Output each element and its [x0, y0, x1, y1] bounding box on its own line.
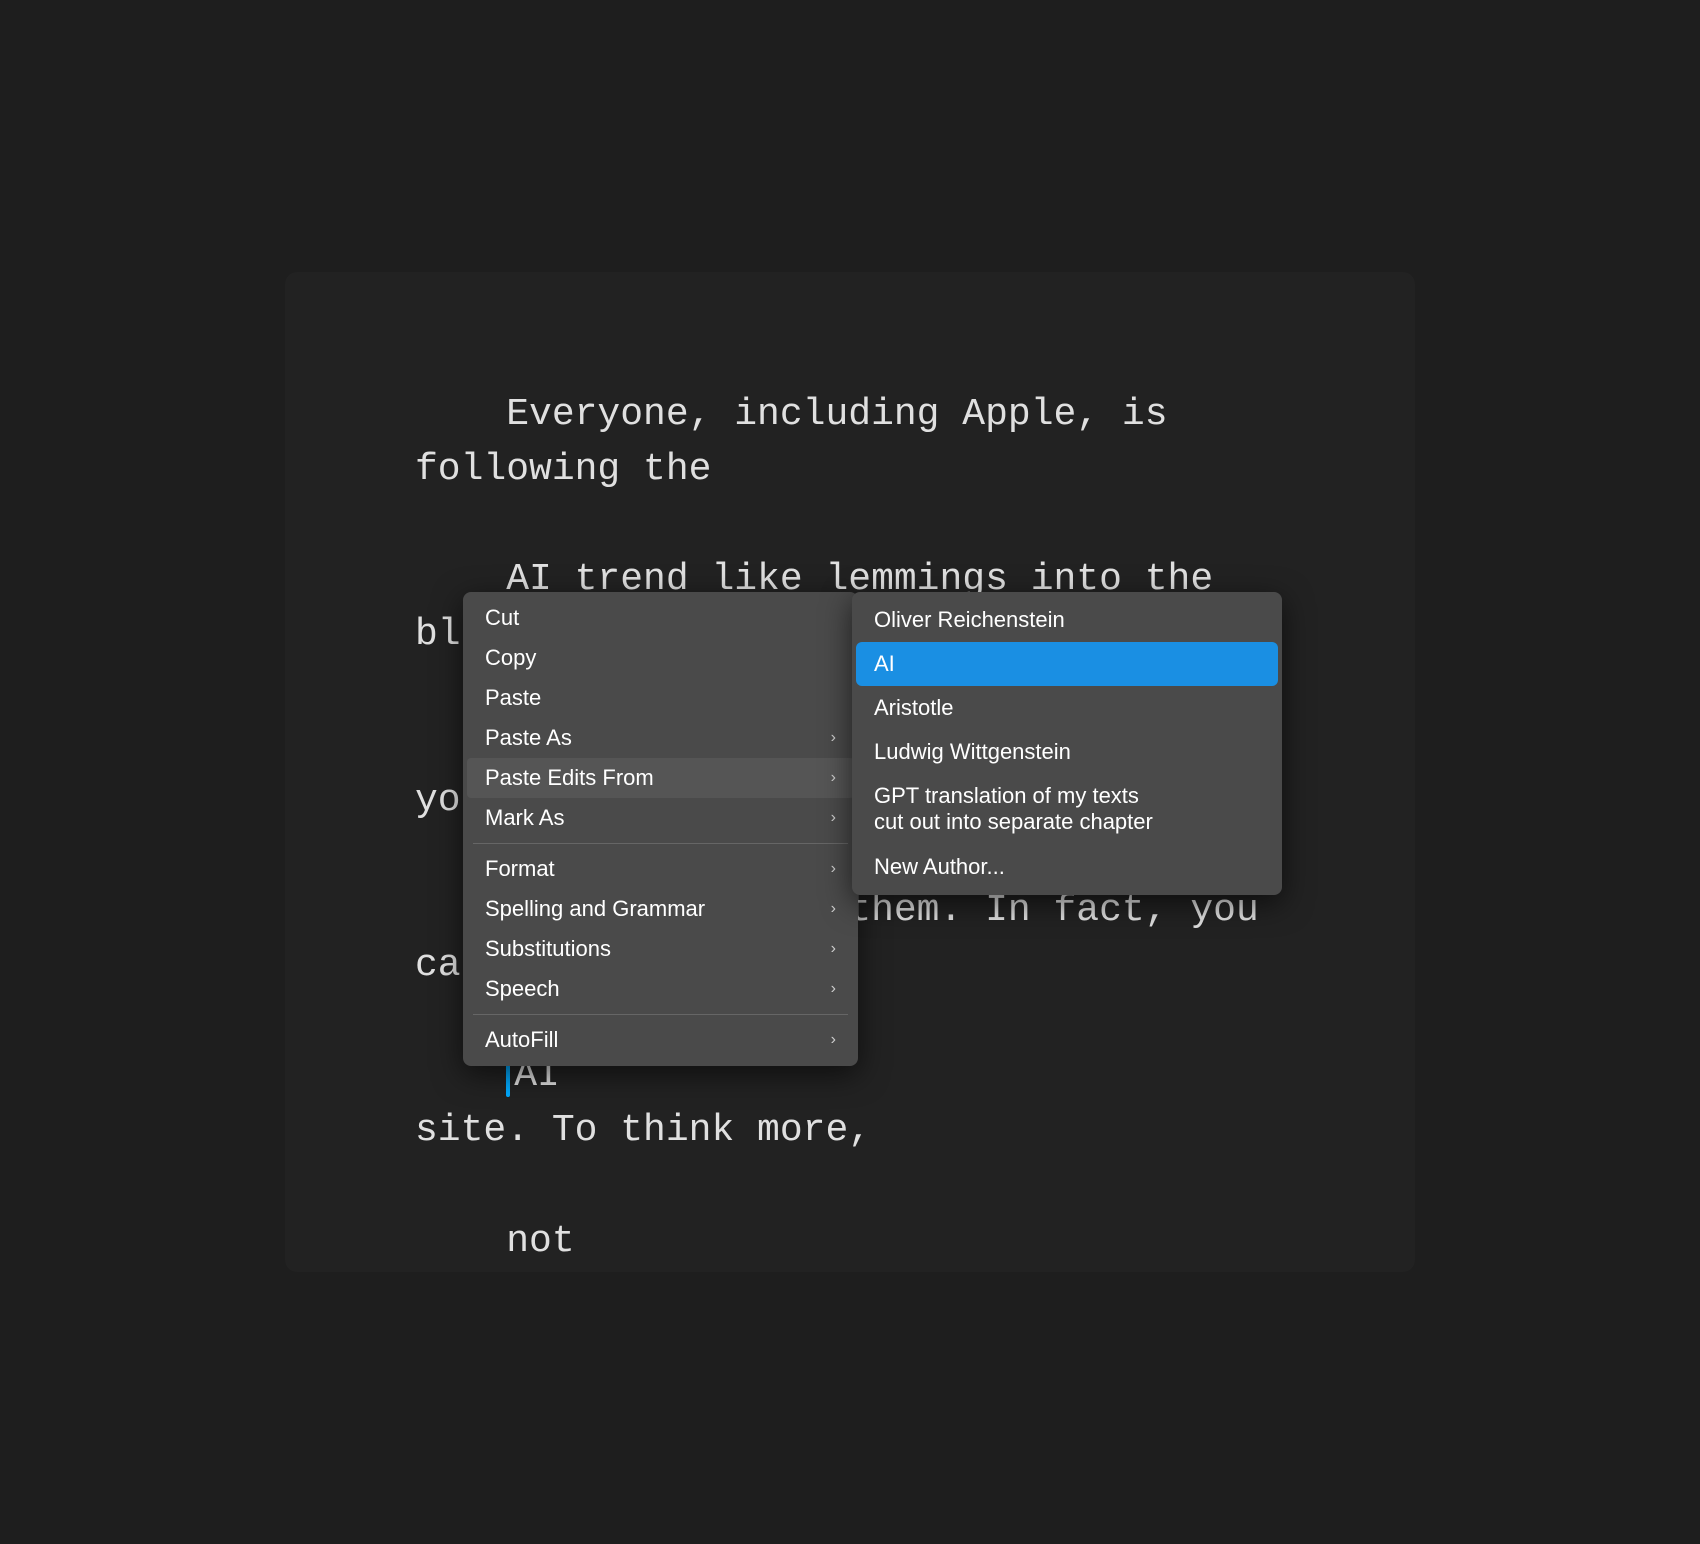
submenu-item-ai-label: AI: [874, 651, 895, 677]
submenu-item-aristotle[interactable]: Aristotle: [856, 686, 1278, 730]
chevron-right-icon: ›: [831, 729, 836, 747]
text-line-6: not: [506, 1220, 574, 1263]
submenu-item-new-author[interactable]: New Author...: [856, 845, 1278, 889]
menu-item-spelling-grammar[interactable]: Spelling and Grammar ›: [467, 889, 854, 929]
menu-item-cut[interactable]: Cut: [467, 598, 854, 638]
menu-item-paste-edits-from[interactable]: Paste Edits From ›: [467, 758, 854, 798]
menu-item-paste-label: Paste: [485, 685, 541, 711]
chevron-right-icon: ›: [831, 980, 836, 998]
menu-item-copy[interactable]: Copy: [467, 638, 854, 678]
menu-item-paste-edits-from-label: Paste Edits From: [485, 765, 654, 791]
menu-item-paste[interactable]: Paste: [467, 678, 854, 718]
menu-item-format[interactable]: Format ›: [467, 849, 854, 889]
submenu-item-wittgenstein[interactable]: Ludwig Wittgenstein: [856, 730, 1278, 774]
chevron-right-icon: ›: [831, 860, 836, 878]
menu-item-format-label: Format: [485, 856, 555, 882]
menu-item-mark-as-label: Mark As: [485, 805, 564, 831]
menu-item-speech-label: Speech: [485, 976, 560, 1002]
chevron-right-icon: ›: [831, 809, 836, 827]
text-line-1: Everyone, including Apple, is following …: [415, 393, 1190, 491]
chevron-right-icon: ›: [831, 940, 836, 958]
context-menu: Cut Copy Paste Paste As › Paste Edits Fr…: [463, 592, 858, 1066]
submenu-item-gpt[interactable]: GPT translation of my texts cut out into…: [856, 774, 1278, 845]
submenu-item-gpt-line1: GPT translation of my texts: [874, 783, 1139, 809]
chevron-right-icon: ›: [831, 900, 836, 918]
submenu-item-new-author-label: New Author...: [874, 854, 1005, 880]
submenu-item-oliver[interactable]: Oliver Reichenstein: [856, 598, 1278, 642]
menu-item-autofill-label: AutoFill: [485, 1027, 558, 1053]
submenu-item-aristotle-label: Aristotle: [874, 695, 953, 721]
menu-item-substitutions-label: Substitutions: [485, 936, 611, 962]
menu-item-spelling-grammar-label: Spelling and Grammar: [485, 896, 705, 922]
menu-item-speech[interactable]: Speech ›: [467, 969, 854, 1009]
menu-item-paste-as-label: Paste As: [485, 725, 572, 751]
menu-item-paste-as[interactable]: Paste As ›: [467, 718, 854, 758]
app-window: Everyone, including Apple, is following …: [285, 272, 1415, 1272]
menu-item-mark-as[interactable]: Mark As ›: [467, 798, 854, 838]
chevron-right-icon: ›: [831, 1031, 836, 1049]
menu-item-substitutions[interactable]: Substitutions ›: [467, 929, 854, 969]
submenu-item-oliver-label: Oliver Reichenstein: [874, 607, 1065, 633]
chevron-right-icon: ›: [831, 769, 836, 787]
submenu-paste-edits-from: Oliver Reichenstein AI Aristotle Ludwig …: [852, 592, 1282, 895]
menu-item-copy-label: Copy: [485, 645, 536, 671]
submenu-item-ai[interactable]: AI: [856, 642, 1278, 686]
submenu-item-gpt-line2: cut out into separate chapter: [874, 809, 1153, 835]
menu-divider-1: [473, 843, 848, 844]
menu-item-cut-label: Cut: [485, 605, 519, 631]
menu-divider-2: [473, 1014, 848, 1015]
submenu-item-wittgenstein-label: Ludwig Wittgenstein: [874, 739, 1071, 765]
menu-item-autofill[interactable]: AutoFill ›: [467, 1020, 854, 1060]
text-line-5: AI site. To think more,: [415, 1054, 1244, 1152]
